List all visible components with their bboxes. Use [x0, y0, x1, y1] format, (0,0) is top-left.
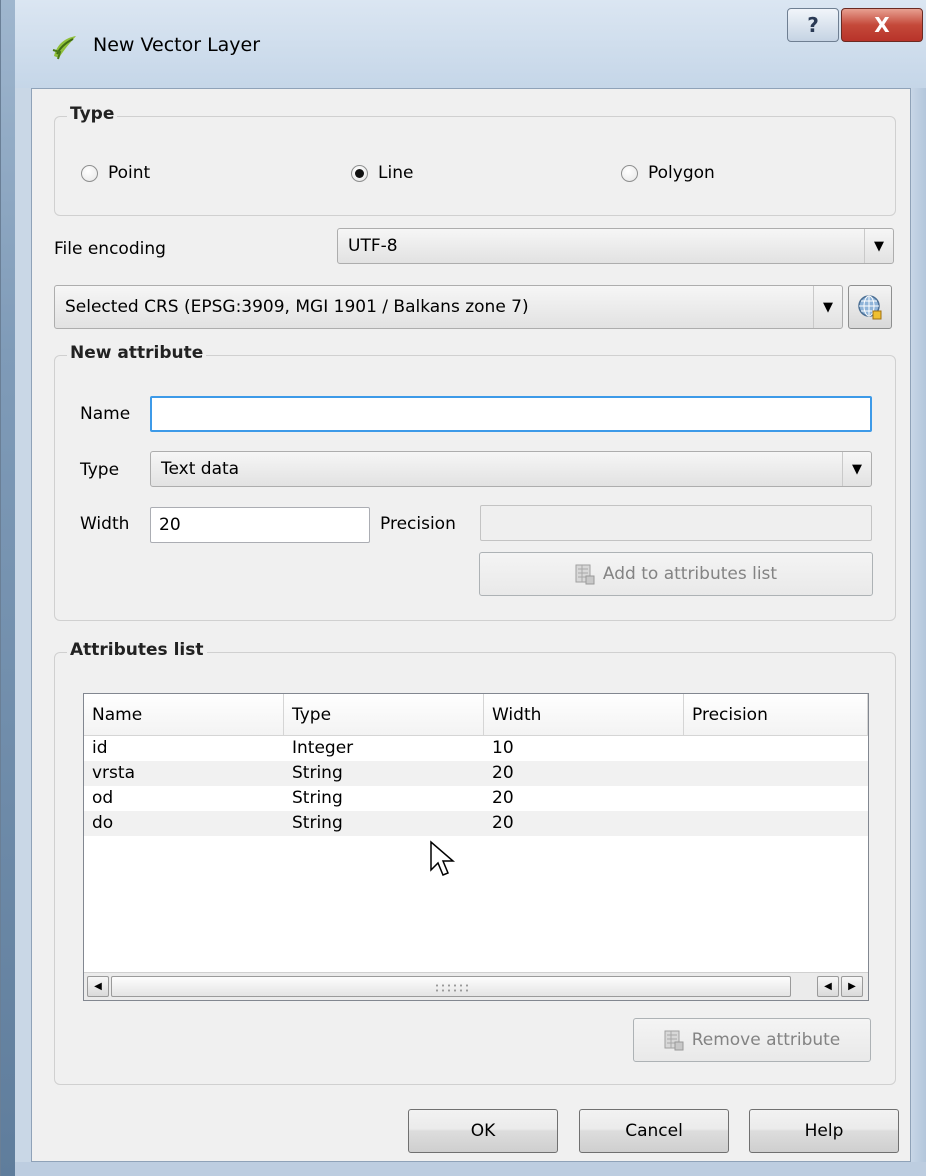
column-header-type[interactable]: Type	[284, 694, 484, 736]
table-row[interactable]: id Integer 10	[84, 736, 868, 761]
grip-icon	[434, 983, 470, 993]
crs-select[interactable]: Selected CRS (EPSG:3909, MGI 1901 / Balk…	[54, 285, 843, 329]
chevron-down-icon[interactable]: ▼	[842, 452, 871, 486]
type-label: Type	[80, 460, 120, 480]
radio-point-label: Point	[108, 163, 151, 183]
precision-input[interactable]	[480, 505, 872, 541]
cell-width: 20	[492, 763, 514, 783]
cell-precision	[684, 736, 868, 761]
cell-type: String	[292, 788, 343, 808]
file-encoding-select[interactable]: UTF-8 ▼	[337, 228, 894, 264]
window-frame-bottom	[15, 1162, 926, 1176]
scroll-left-icon[interactable]: ◀	[817, 976, 839, 997]
new-attribute-group: New attribute Name Type Text data ▼ Widt…	[54, 343, 896, 621]
add-to-attributes-button[interactable]: Add to attributes list	[479, 552, 873, 596]
radio-polygon-circle[interactable]	[621, 164, 638, 182]
radio-line[interactable]: Line	[351, 163, 413, 183]
window-frame-left	[1, 0, 15, 1176]
remove-attribute-button[interactable]: Remove attribute	[633, 1018, 871, 1062]
table-body: id Integer 10 vrsta String 20 od String	[84, 736, 868, 836]
close-button[interactable]: X	[841, 8, 923, 42]
table-row[interactable]: vrsta String 20	[84, 761, 868, 786]
attribute-type-value: Text data	[161, 459, 240, 479]
attributes-list-title: Attributes list	[67, 640, 207, 660]
help-caption-button[interactable]: ?	[787, 8, 839, 42]
table-row[interactable]: od String 20	[84, 786, 868, 811]
help-label: Help	[804, 1121, 844, 1141]
cell-name: id	[92, 738, 108, 758]
remove-attribute-label: Remove attribute	[691, 1030, 841, 1050]
type-group: Type Point Line Polygon	[54, 104, 896, 216]
globe-icon	[858, 295, 882, 320]
file-encoding-value: UTF-8	[348, 236, 398, 256]
precision-label: Precision	[380, 514, 456, 534]
chevron-down-icon[interactable]: ▼	[864, 229, 893, 263]
radio-line-label: Line	[378, 163, 414, 183]
attribute-type-select[interactable]: Text data ▼	[150, 451, 872, 487]
scroll-left-icon[interactable]: ◀	[87, 976, 109, 997]
cell-type: String	[292, 813, 343, 833]
window-title: New Vector Layer	[93, 34, 261, 56]
dialog-body: Type Point Line Polygon File encoding UT…	[31, 88, 911, 1162]
cell-type: Integer	[292, 738, 354, 758]
file-encoding-label: File encoding	[54, 239, 166, 259]
title-bar[interactable]: New Vector Layer ? X	[15, 0, 926, 88]
column-header-precision[interactable]: Precision	[684, 694, 868, 736]
cell-name: do	[92, 813, 114, 833]
crs-value: Selected CRS (EPSG:3909, MGI 1901 / Balk…	[65, 297, 529, 317]
horizontal-scrollbar[interactable]: ◀ ◀ ▶	[84, 972, 868, 1000]
cell-precision	[684, 786, 868, 811]
close-icon: X	[874, 13, 890, 37]
cell-width: 20	[492, 813, 514, 833]
width-input[interactable]: 20	[150, 507, 370, 543]
column-header-width[interactable]: Width	[484, 694, 684, 736]
cell-width: 20	[492, 788, 514, 808]
table-remove-icon	[664, 1030, 684, 1051]
radio-polygon[interactable]: Polygon	[621, 163, 715, 183]
column-header-name[interactable]: Name	[84, 694, 284, 736]
radio-point-circle[interactable]	[81, 164, 98, 182]
ok-label: OK	[470, 1121, 496, 1141]
type-group-title: Type	[67, 104, 118, 124]
scrollbar-thumb[interactable]	[111, 976, 791, 997]
chevron-down-icon[interactable]: ▼	[813, 286, 842, 328]
question-icon: ?	[807, 13, 819, 37]
table-header: Name Type Width Precision	[84, 694, 868, 736]
attributes-table[interactable]: Name Type Width Precision id Integer 10 …	[83, 693, 869, 1001]
table-row[interactable]: do String 20	[84, 811, 868, 836]
new-attribute-title: New attribute	[67, 343, 207, 363]
mouse-cursor-icon	[430, 840, 456, 876]
radio-polygon-label: Polygon	[648, 163, 715, 183]
cancel-button[interactable]: Cancel	[579, 1109, 729, 1153]
add-to-attributes-label: Add to attributes list	[602, 564, 778, 584]
help-button[interactable]: Help	[749, 1109, 899, 1153]
cancel-label: Cancel	[625, 1121, 683, 1141]
cell-name: od	[92, 788, 114, 808]
cell-precision	[684, 811, 868, 836]
scroll-right-icon[interactable]: ▶	[841, 976, 863, 997]
width-label: Width	[80, 514, 130, 534]
window-frame-right	[912, 0, 926, 1176]
ok-button[interactable]: OK	[408, 1109, 558, 1153]
cell-name: vrsta	[92, 763, 135, 783]
radio-selected-dot	[355, 168, 364, 178]
dialog-window: New Vector Layer ? X Type Point Line Pol…	[0, 0, 926, 1176]
attributes-list-group: Attributes list Name Type Width Precisio…	[54, 640, 896, 1085]
name-label: Name	[80, 404, 131, 424]
cell-precision	[684, 761, 868, 786]
cell-width: 10	[492, 738, 514, 758]
crs-selector-button[interactable]	[848, 285, 892, 329]
radio-point[interactable]: Point	[81, 163, 150, 183]
qgis-icon	[52, 36, 76, 60]
table-add-icon	[575, 564, 595, 585]
attribute-name-input[interactable]	[150, 396, 872, 432]
cell-type: String	[292, 763, 343, 783]
radio-line-circle[interactable]	[351, 164, 368, 182]
